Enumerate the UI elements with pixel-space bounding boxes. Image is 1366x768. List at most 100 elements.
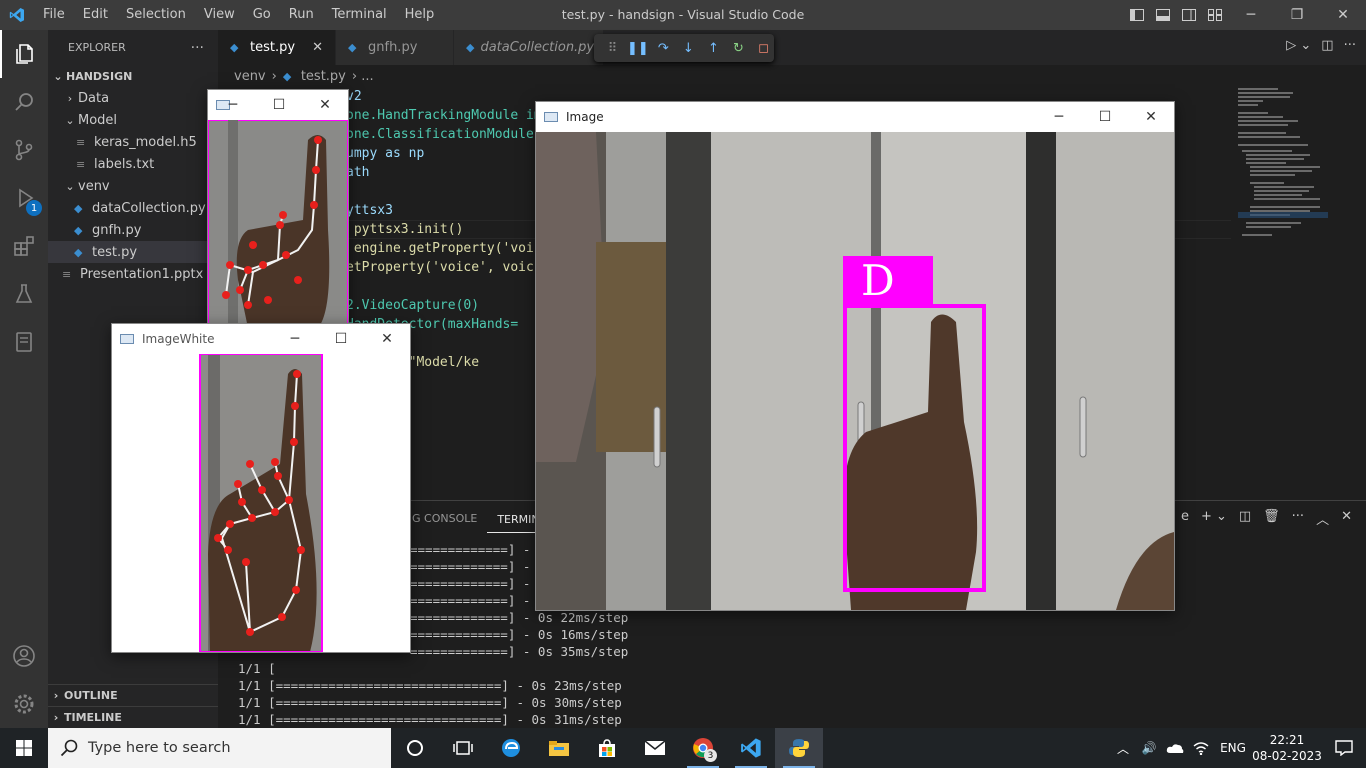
run-debug-icon[interactable]: 1 <box>0 174 48 222</box>
menu-terminal[interactable]: Terminal <box>323 0 396 30</box>
tree-file-datacollection[interactable]: ◆ dataCollection.py <box>48 197 218 219</box>
extensions-icon[interactable] <box>0 222 48 270</box>
outline-section[interactable]: › OUTLINE <box>48 684 218 706</box>
tab-close-icon[interactable]: ✕ <box>312 40 323 55</box>
python-file-icon: ◆ <box>348 41 357 54</box>
tab-datacollection-py[interactable]: ◆ dataCollection.py <box>454 30 604 65</box>
window-close-button[interactable]: ✕ <box>1128 102 1174 132</box>
run-python-icon[interactable]: ▷ ⌄ <box>1286 38 1311 53</box>
step-out-icon[interactable]: ↑ <box>703 37 724 59</box>
tree-file-presentation[interactable]: ≡ Presentation1.pptx <box>48 263 218 285</box>
window-title: Image <box>566 110 604 124</box>
tab-gnfh-py[interactable]: ◆ gnfh.py <box>336 30 454 65</box>
vscode-taskbar-icon[interactable] <box>727 728 775 768</box>
maximize-panel-icon[interactable]: ︿ <box>1316 509 1329 528</box>
more-icon[interactable]: ··· <box>1292 509 1304 528</box>
menu-file[interactable]: File <box>34 0 74 30</box>
menu-view[interactable]: View <box>195 0 244 30</box>
breadcrumb: venv › ◆ test.py › ... <box>234 68 374 84</box>
window-title: ImageWhite <box>142 332 215 346</box>
window-minimize-button[interactable]: ─ <box>272 324 318 354</box>
step-into-icon[interactable]: ↓ <box>678 37 699 59</box>
window-minimize-button[interactable]: ─ <box>1036 102 1082 132</box>
python-file-icon: ◆ <box>230 41 239 54</box>
more-actions-icon[interactable]: ··· <box>1344 38 1356 53</box>
explorer-more-icon[interactable]: ··· <box>191 40 204 56</box>
window-minimize-button[interactable]: ─ <box>210 90 256 120</box>
task-view-icon[interactable] <box>439 728 487 768</box>
window-maximize-button[interactable]: ☐ <box>256 90 302 120</box>
menu-go[interactable]: Go <box>244 0 280 30</box>
tab-test-py[interactable]: ◆ test.py ✕ <box>218 30 336 65</box>
tree-folder-data[interactable]: › Data <box>48 87 218 109</box>
menu-run[interactable]: Run <box>280 0 323 30</box>
volume-icon[interactable]: 🔊 <box>1136 728 1162 768</box>
window-maximize-button[interactable]: ☐ <box>318 324 364 354</box>
customize-layout-icon[interactable] <box>1202 0 1228 30</box>
toggle-panel-icon[interactable] <box>1150 0 1176 30</box>
close-button[interactable]: ✕ <box>1320 0 1366 30</box>
menu-edit[interactable]: Edit <box>74 0 117 30</box>
chevron-up-icon[interactable]: ︿ <box>1110 728 1136 768</box>
toggle-sidebar-icon[interactable] <box>1124 0 1150 30</box>
windows-start-icon[interactable] <box>0 728 48 768</box>
search-icon[interactable] <box>0 78 48 126</box>
cortana-icon[interactable] <box>391 728 439 768</box>
chevron-down-icon: ⌄ <box>65 113 75 127</box>
chevron-right-icon: › <box>53 711 59 724</box>
workspace-root[interactable]: ⌄ HANDSIGN <box>48 65 218 87</box>
file-explorer-icon[interactable] <box>535 728 583 768</box>
chrome-icon[interactable]: 3 <box>679 728 727 768</box>
breadcrumb-file[interactable]: test.py <box>301 69 346 84</box>
store-icon[interactable] <box>583 728 631 768</box>
minimize-button[interactable]: ─ <box>1228 0 1274 30</box>
taskbar-search-input[interactable]: Type here to search <box>48 728 391 768</box>
code-line: engine.getProperty('voic <box>346 241 542 256</box>
onedrive-icon[interactable] <box>1162 728 1188 768</box>
wifi-icon[interactable] <box>1188 728 1214 768</box>
language-indicator[interactable]: ENG <box>1214 728 1252 768</box>
menu-help[interactable]: Help <box>396 0 444 30</box>
tree-file-labels[interactable]: ≡ labels.txt <box>48 153 218 175</box>
restart-icon[interactable]: ↻ <box>728 37 749 59</box>
python-file-icon: ◆ <box>74 223 83 237</box>
imagewhite-window: ImageWhite ─ ☐ ✕ <box>111 323 411 653</box>
window-close-button[interactable]: ✕ <box>364 324 410 354</box>
tree-file-gnfh[interactable]: ◆ gnfh.py <box>48 219 218 241</box>
tree-file-test[interactable]: ◆ test.py <box>48 241 218 263</box>
new-terminal-icon[interactable]: + ⌄ <box>1201 509 1227 528</box>
breadcrumb-folder[interactable]: venv <box>234 69 266 84</box>
tab-debug-console[interactable]: G CONSOLE <box>402 512 487 525</box>
tree-file-keras-model[interactable]: ≡ keras_model.h5 <box>48 131 218 153</box>
edge-browser-icon[interactable] <box>487 728 535 768</box>
minimap[interactable] <box>1238 88 1328 288</box>
trash-icon[interactable]: 🗑 <box>1263 509 1280 528</box>
drag-handle-icon[interactable]: ⠿ <box>602 37 623 59</box>
window-close-button[interactable]: ✕ <box>302 90 348 120</box>
manage-gear-icon[interactable] <box>0 680 48 728</box>
stop-icon[interactable]: ◻ <box>753 37 774 59</box>
remote-explorer-icon[interactable] <box>0 318 48 366</box>
split-terminal-icon[interactable]: ◫ <box>1239 509 1251 528</box>
source-control-icon[interactable] <box>0 126 48 174</box>
terminal-line: 1/1 [ <box>238 661 276 676</box>
toggle-secondary-sidebar-icon[interactable] <box>1176 0 1202 30</box>
restore-button[interactable]: ❐ <box>1274 0 1320 30</box>
terminal-shell-label[interactable]: e <box>1181 509 1189 528</box>
python-taskbar-icon[interactable] <box>775 728 823 768</box>
explorer-icon[interactable] <box>0 30 48 78</box>
split-editor-icon[interactable]: ◫ <box>1321 38 1333 53</box>
step-over-icon[interactable]: ↷ <box>653 37 674 59</box>
tree-folder-model[interactable]: ⌄ Model <box>48 109 218 131</box>
notifications-icon[interactable] <box>1322 728 1366 768</box>
window-maximize-button[interactable]: ☐ <box>1082 102 1128 132</box>
pause-icon[interactable]: ❚❚ <box>627 37 649 59</box>
clock[interactable]: 22:21 08-02-2023 <box>1252 732 1322 764</box>
menu-selection[interactable]: Selection <box>117 0 195 30</box>
tree-folder-venv[interactable]: ⌄ venv <box>48 175 218 197</box>
testing-flask-icon[interactable] <box>0 270 48 318</box>
close-panel-icon[interactable]: ✕ <box>1341 509 1352 528</box>
timeline-section[interactable]: › TIMELINE <box>48 706 218 728</box>
accounts-icon[interactable] <box>0 632 48 680</box>
mail-icon[interactable] <box>631 728 679 768</box>
